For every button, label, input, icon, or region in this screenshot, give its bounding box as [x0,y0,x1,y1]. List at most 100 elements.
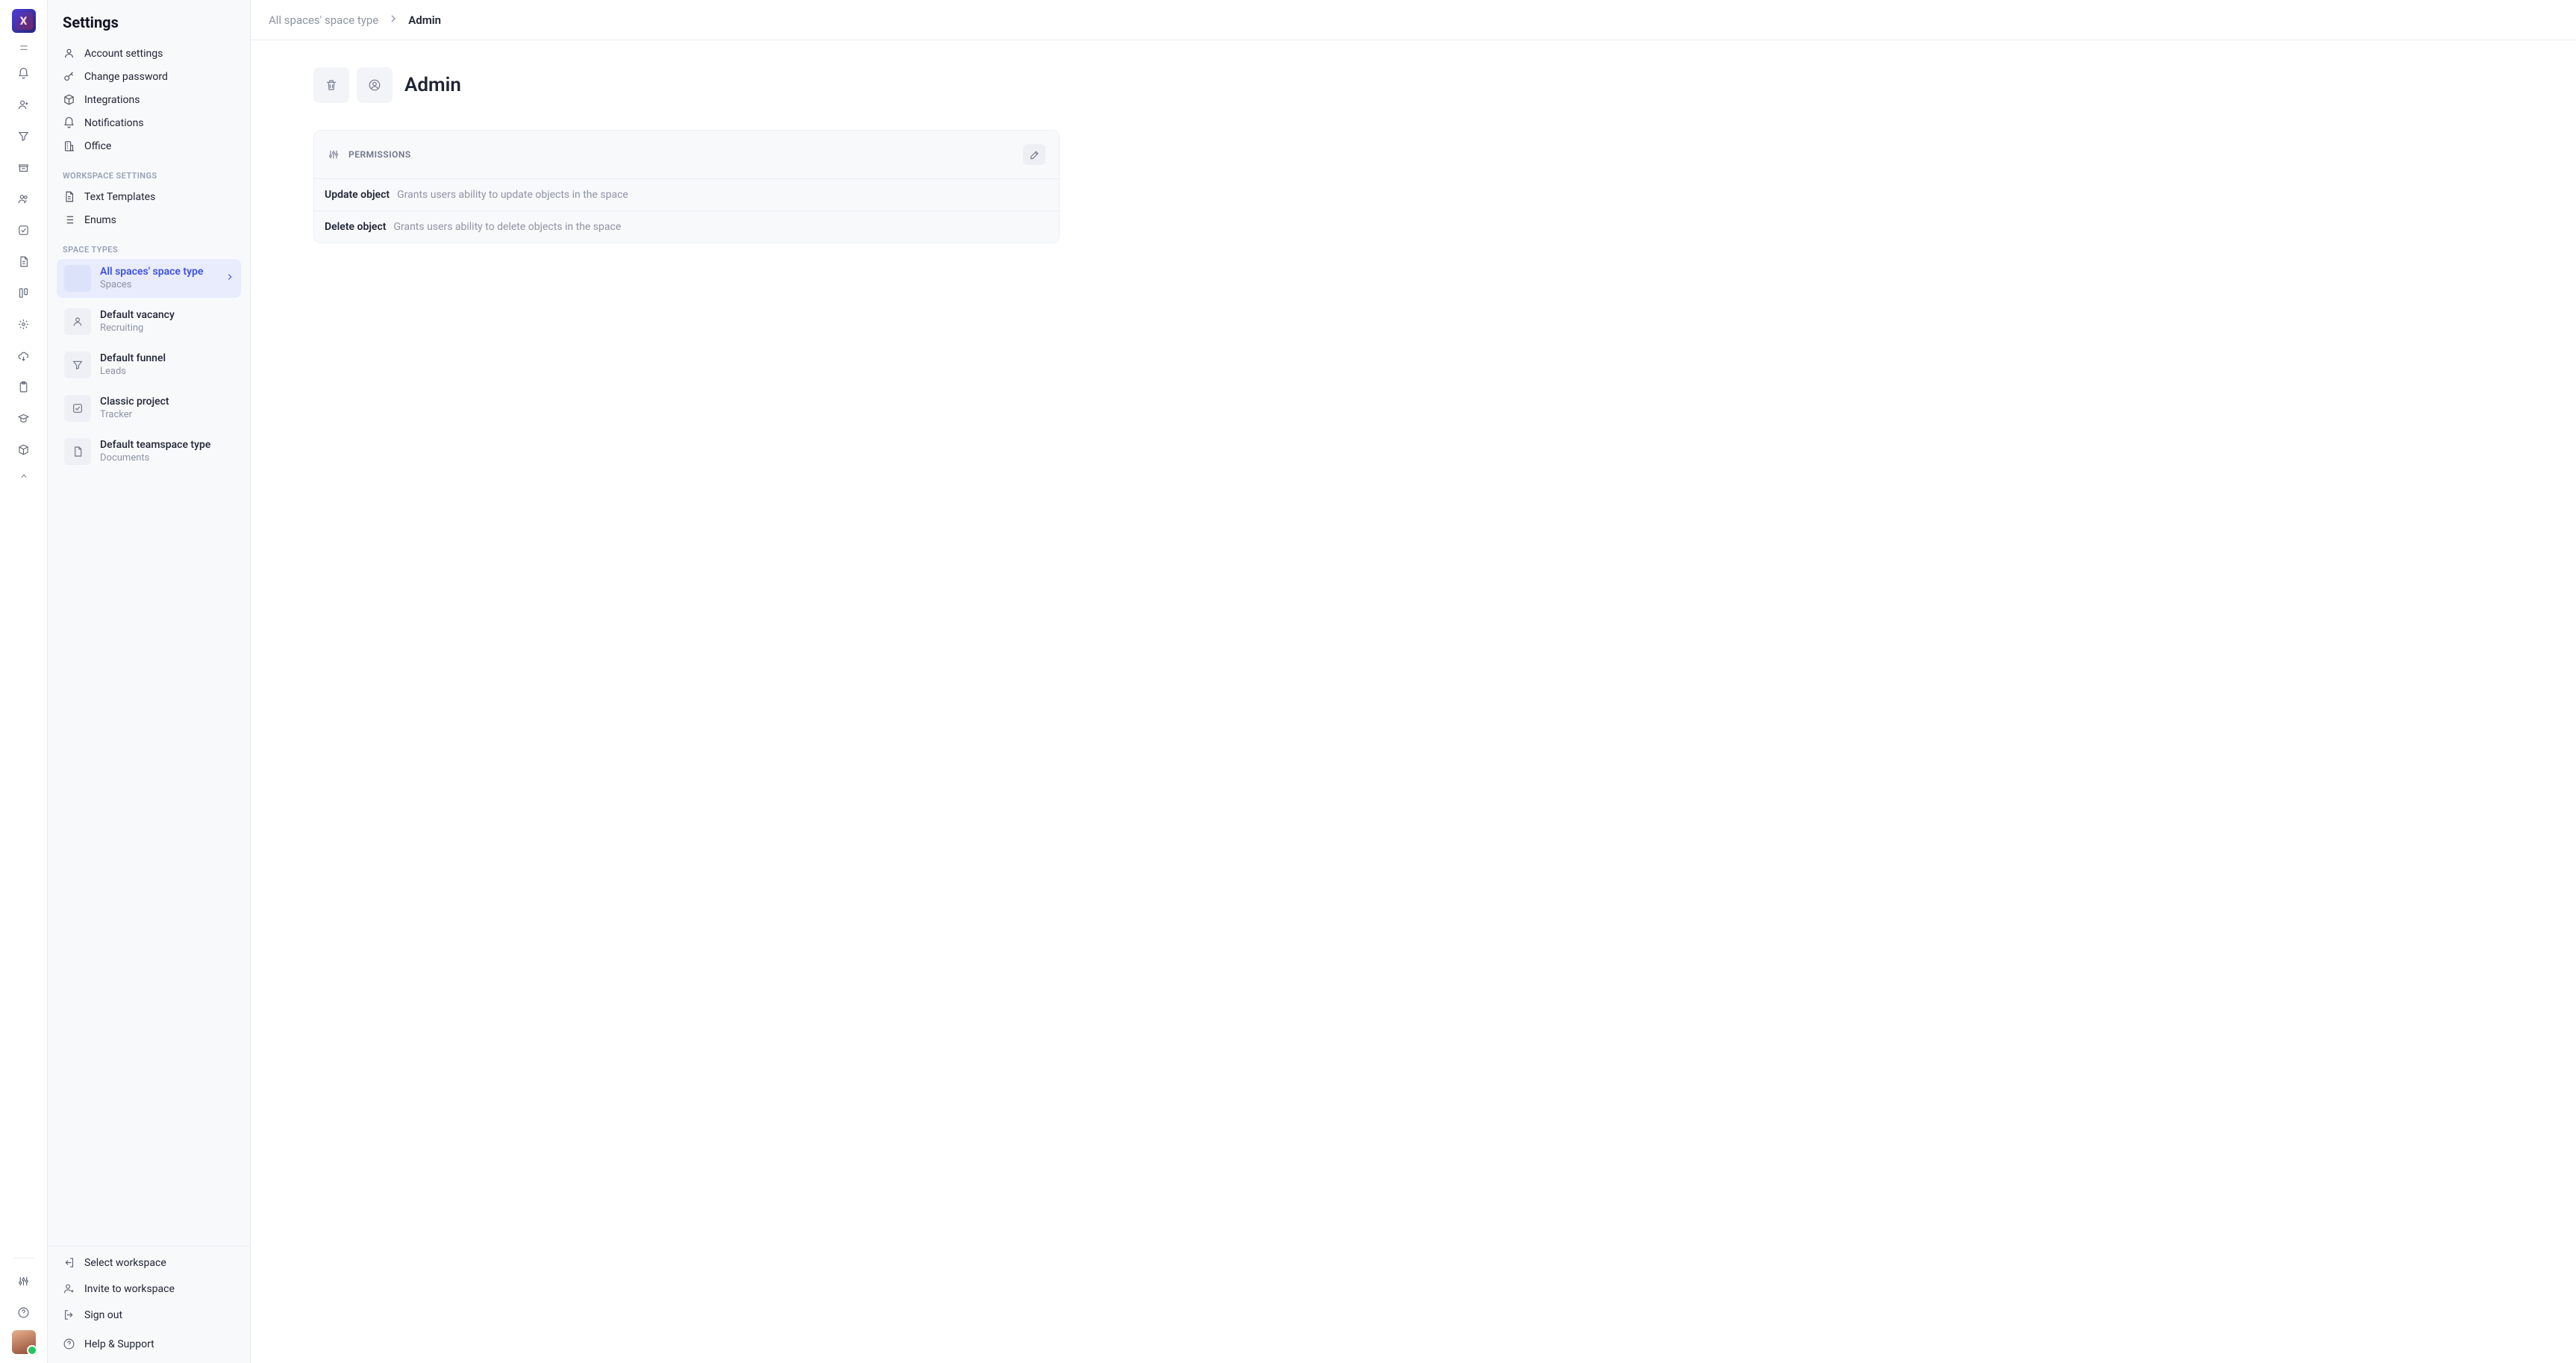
chevron-right-icon [225,272,235,285]
permission-row: Update object Grants users ability to up… [314,178,1059,210]
sidebar-item-office[interactable]: Office [48,134,250,157]
funnel-icon [17,130,30,143]
package-icon [17,443,30,456]
cloud-icon [17,349,30,362]
text-document-icon [63,190,75,203]
cube-icon [63,93,75,106]
rail-documents[interactable] [9,248,39,275]
space-type-default-teamspace[interactable]: Default teamspace type Documents [57,432,241,471]
space-type-classic-project[interactable]: Classic project Tracker [57,389,241,428]
chevron-up-icon [19,471,29,481]
sidebar-item-enums[interactable]: Enums [48,208,250,231]
rail-notifications[interactable] [9,60,39,87]
sidebar-item-text-templates[interactable]: Text Templates [48,185,250,208]
document-icon [17,255,30,268]
permission-desc: Grants users ability to update objects i… [397,189,628,201]
space-type-title: All spaces' space type [100,265,203,278]
exit-icon [63,1256,75,1269]
sign-out-icon [63,1309,75,1321]
sidebar-item-label: Help & Support [84,1338,154,1350]
space-type-sub: Leads [100,366,166,378]
sidebar-item-integrations[interactable]: Integrations [48,88,250,111]
space-type-title: Classic project [100,395,169,408]
page-header: Admin [313,67,1060,103]
sidebar-item-account-settings[interactable]: Account settings [48,42,250,65]
columns-icon [17,287,30,299]
icon-rail: X [0,0,48,1363]
space-type-default-funnel[interactable]: Default funnel Leads [57,346,241,384]
sidebar-item-label: Sign out [84,1309,122,1321]
panel-title: PERMISSIONS [348,149,411,160]
user-avatar[interactable] [12,1330,36,1354]
person-plus-icon [17,99,30,111]
sidebar-item-label: Integrations [84,94,140,106]
person-plus-icon [63,1282,75,1295]
breadcrumb-parent[interactable]: All spaces' space type [269,13,378,27]
settings-sidebar: Settings Account settings Change passwor… [48,0,251,1363]
permissions-panel: PERMISSIONS Update object Grants users a… [313,130,1060,243]
section-space-types: SPACE TYPES [48,231,250,259]
breadcrumb-current: Admin [408,13,441,27]
sidebar-item-label: Office [84,140,111,152]
rail-virtual[interactable] [9,311,39,337]
rail-training[interactable] [9,405,39,431]
sidebar-item-label: Enums [84,214,116,226]
rail-archive[interactable] [9,154,39,181]
bell-icon [63,116,75,129]
space-type-title: Default teamspace type [100,438,210,452]
sidebar-item-label: Invite to workspace [84,1283,175,1295]
sidebar-item-notifications[interactable]: Notifications [48,111,250,134]
space-type-sub: Recruiting [100,322,175,335]
permission-name: Update object [325,189,390,201]
rail-team[interactable] [9,185,39,212]
rail-help[interactable] [9,1299,39,1326]
footer-help-support[interactable]: Help & Support [48,1331,250,1357]
app-logo[interactable]: X [12,9,36,33]
space-type-thumb [64,395,91,422]
delete-role-button[interactable] [313,67,349,103]
permission-name: Delete object [325,221,386,233]
funnel-icon [72,359,84,371]
list-icon [63,213,75,226]
footer-invite[interactable]: Invite to workspace [48,1276,250,1302]
sidebar-item-label: Text Templates [84,191,155,203]
people-icon [17,193,30,205]
person-icon [63,47,75,60]
space-type-thumb [64,438,91,465]
clipboard-icon [17,381,30,393]
rail-tasks[interactable] [9,216,39,243]
help-circle-icon [63,1338,75,1350]
sidebar-item-label: Change password [84,71,168,83]
main-content: All spaces' space type Admin Admin [251,0,2576,1363]
footer-sign-out[interactable]: Sign out [48,1302,250,1328]
rail-cloud[interactable] [9,342,39,369]
person-icon [72,316,84,328]
rail-filter[interactable] [9,122,39,149]
role-icon-button[interactable] [357,67,393,103]
rail-clipboard[interactable] [9,373,39,400]
rail-settings[interactable] [9,1267,39,1294]
collapse-rail-button[interactable] [9,39,39,57]
rail-boards[interactable] [9,279,39,306]
logo-letter: X [20,14,28,28]
rail-people[interactable] [9,91,39,118]
bell-icon [17,67,30,80]
document-icon [72,446,84,458]
space-type-title: Default vacancy [100,308,175,322]
key-icon [63,70,75,83]
space-type-thumb [64,308,91,335]
chevron-right-icon [387,13,399,28]
space-type-all-spaces[interactable]: All spaces' space type Spaces [57,259,241,298]
sidebar-item-change-password[interactable]: Change password [48,65,250,88]
space-type-thumb [64,352,91,378]
edit-permissions-button[interactable] [1023,144,1045,165]
footer-select-workspace[interactable]: Select workspace [48,1250,250,1276]
rail-products[interactable] [9,436,39,463]
pencil-icon [1029,149,1040,160]
space-type-sub: Tracker [100,409,169,422]
sparkle-icon [17,318,30,331]
rail-more[interactable] [9,467,39,485]
sidebar-item-label: Select workspace [84,1257,166,1269]
sidebar-item-label: Account settings [84,48,163,60]
space-type-default-vacancy[interactable]: Default vacancy Recruiting [57,302,241,341]
